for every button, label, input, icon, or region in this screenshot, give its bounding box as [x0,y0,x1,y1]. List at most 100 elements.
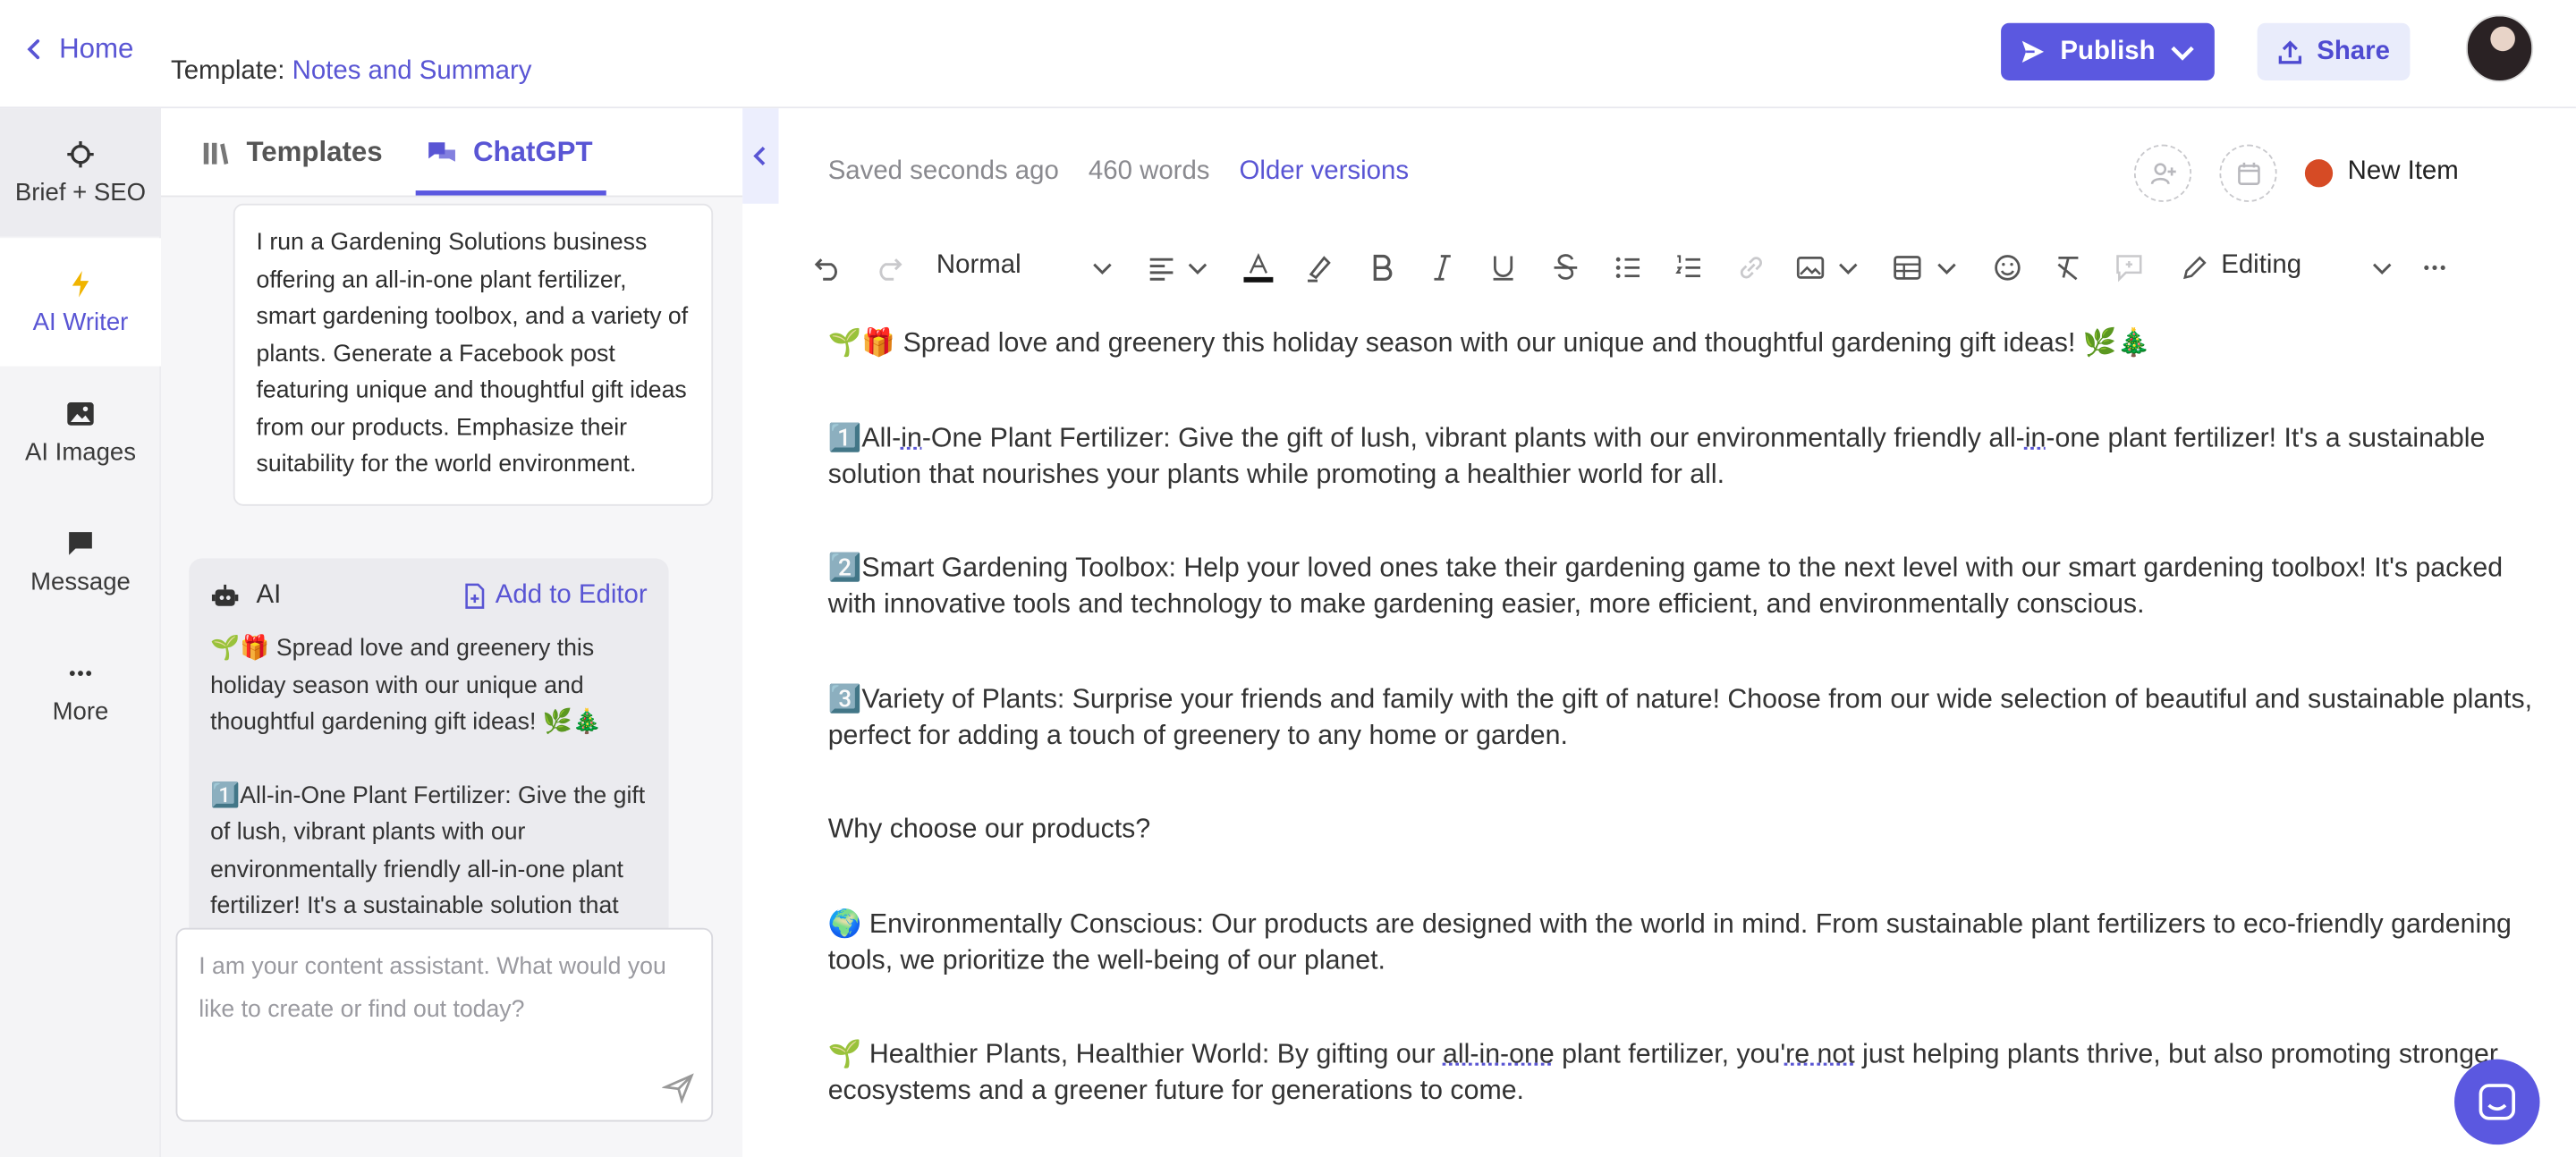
editor-toolbar: Normal Editing [811,247,2553,292]
table-icon [1894,256,1921,280]
redo-button[interactable] [872,251,905,284]
robot-icon [211,584,239,606]
user-avatar[interactable] [2465,14,2534,82]
comment-button[interactable] [2113,251,2146,284]
doc-paragraph: 2️⃣Smart Gardening Toolbox: Help your lo… [827,553,2504,620]
nav-item-message[interactable]: Message [0,498,161,626]
schedule-button[interactable] [2219,144,2277,202]
chevron-down-icon[interactable] [1186,257,1209,280]
publish-label: Publish [2060,37,2156,65]
align-left-icon [1149,258,1174,281]
image-icon [67,401,94,425]
nav-label: AI Images [24,437,137,466]
chevron-down-icon[interactable] [1091,257,1114,280]
editor-status: Saved seconds ago 460 words Older versio… [828,157,1409,187]
image-icon [1796,256,1825,279]
nav-item-ai-writer[interactable]: AI Writer [0,238,161,367]
tab-label: Templates [246,136,383,168]
bold-button[interactable] [1365,251,1398,284]
nav-item-ai-images[interactable]: AI Images [0,367,161,495]
save-status: Saved seconds ago [827,157,1059,186]
emoji-icon [1995,255,2021,281]
chevron-down-icon[interactable] [1936,257,1959,280]
more-dots-icon [69,670,92,676]
tab-label: ChatGPT [472,136,593,168]
ai-paragraph: 🌱🎁 Spread love and greenery this holiday… [210,635,603,736]
older-versions-link[interactable]: Older versions [1240,157,1409,187]
clear-format-button[interactable] [2052,251,2085,284]
strikethrough-button[interactable] [1549,251,1582,284]
chat-input-placeholder: I am your content assistant. What would … [199,954,666,1024]
link-button[interactable] [1735,251,1768,284]
status-dot [2304,158,2334,187]
bullet-list-button[interactable] [1612,251,1645,284]
app-page: Home Template: Notes and Summary Publish… [0,0,2576,1157]
editing-mode-icon-wrap [2178,251,2211,284]
spellcheck-run: in [2024,422,2046,453]
nav-label: More [52,697,109,725]
chat-panel: Templates ChatGPT I run a Gardening Solu… [160,108,743,1157]
collapse-panel-button[interactable] [742,108,779,204]
bullet-list-icon [1615,257,1640,278]
chevron-down-icon[interactable] [1836,257,1860,280]
text-run: plant fertilizer, you' [1554,1039,1786,1069]
bold-icon [1373,254,1393,281]
left-nav: Brief + SEO AI Writer AI Images Message … [0,108,161,1157]
insert-image-button[interactable] [1794,251,1827,284]
emoji-button[interactable] [1991,251,2024,284]
document-body[interactable]: 🌱🎁 Spread love and greenery this holiday… [828,325,2537,1157]
strikethrough-icon [1554,254,1578,280]
editor-area: Saved seconds ago 460 words Older versio… [778,108,2576,1157]
add-to-editor-button[interactable]: Add to Editor [461,581,648,611]
chat-icon [2479,1084,2515,1120]
italic-icon [1434,255,1451,281]
tab-templates[interactable]: Templates [200,108,383,197]
template-indicator: Template: Notes and Summary [171,57,531,87]
undo-icon [814,258,837,281]
spellcheck-run: all-in-one [1443,1039,1555,1069]
spellcheck-run: re not [1785,1039,1855,1069]
status-selector[interactable]: New Item [2304,157,2459,187]
share-button[interactable]: Share [2257,22,2411,80]
ai-message-header: AI Add to Editor [210,581,648,611]
underline-button[interactable] [1487,251,1520,284]
insert-table-button[interactable] [1891,251,1924,284]
chat-history[interactable]: I run a Gardening Solutions business off… [161,197,742,936]
nav-label: Message [30,567,131,595]
library-icon [203,142,229,165]
text-style-select[interactable]: Normal [936,251,1021,281]
home-link[interactable]: Home [23,32,134,66]
text-color-button[interactable] [1242,251,1275,284]
comment-icon [2116,255,2142,283]
doc-paragraph: Why choose our products? [827,815,1151,845]
user-message: I run a Gardening Solutions business off… [233,203,714,505]
ai-message: AI Add to Editor 🌱🎁 Spread love and gree… [189,558,669,936]
text-run: 1️⃣All- [827,422,902,453]
nav-item-more[interactable]: More [0,628,161,756]
nav-item-brief-seo[interactable]: Brief + SEO [0,108,161,237]
chevron-down-icon[interactable] [2370,257,2394,280]
more-dots-icon [2424,265,2445,270]
align-button[interactable] [1145,251,1178,284]
publish-button[interactable]: Publish [2001,22,2215,80]
chat-tabs: Templates ChatGPT [160,108,743,198]
tab-chatgpt[interactable]: ChatGPT [428,108,593,197]
chat-input[interactable]: I am your content assistant. What would … [175,927,714,1122]
assign-user-button[interactable] [2133,144,2192,202]
chevron-left-icon [753,147,766,165]
lightning-icon [72,270,89,297]
undo-button[interactable] [811,251,844,284]
editing-mode-select[interactable]: Editing [2221,251,2301,281]
numbered-list-button[interactable] [1673,251,1706,284]
more-options-button[interactable] [2419,251,2452,284]
doc-paragraph: 1️⃣All-in-One Plant Fertilizer: Give the… [828,419,2537,492]
numbered-list-icon [1675,255,1700,277]
italic-button[interactable] [1426,251,1459,284]
home-label: Home [59,32,134,64]
template-name-link[interactable]: Notes and Summary [292,57,532,85]
send-icon[interactable] [662,1071,695,1104]
support-chat-button[interactable] [2454,1059,2540,1145]
send-icon [2021,40,2045,63]
highlight-button[interactable] [1303,251,1336,284]
chevron-down-icon [2171,46,2194,61]
